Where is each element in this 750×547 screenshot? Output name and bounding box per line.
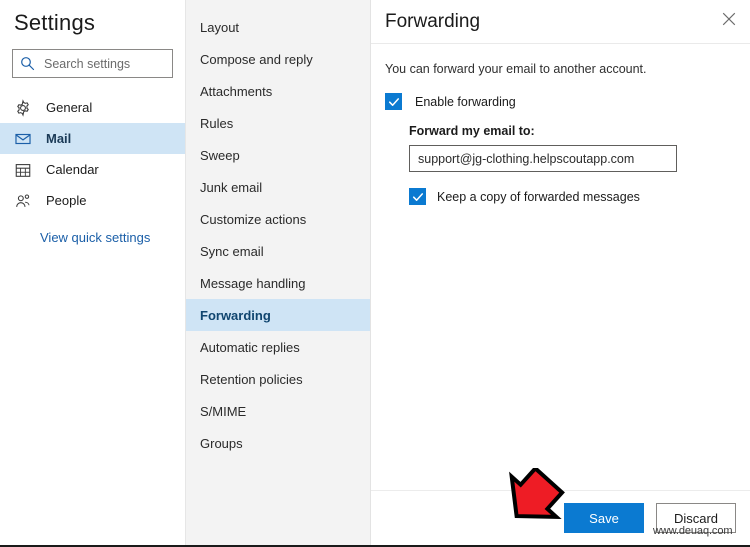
subnav-item-forwarding[interactable]: Forwarding: [186, 299, 370, 331]
subnav-item-label: Layout: [200, 19, 240, 35]
people-icon: [14, 192, 32, 210]
sidebar-nav-list: General Mail Calendar People: [0, 92, 185, 216]
subnav-item-label: Sync email: [200, 243, 264, 259]
subnav-item-message-handling[interactable]: Message handling: [186, 267, 370, 299]
panel-body: You can forward your email to another ac…: [371, 44, 750, 490]
sidebar-item-mail[interactable]: Mail: [0, 123, 185, 154]
settings-title: Settings: [14, 10, 96, 35]
checkmark-icon: [388, 97, 399, 106]
subnav-item-groups[interactable]: Groups: [186, 427, 370, 459]
view-quick-settings-link[interactable]: View quick settings: [0, 230, 185, 245]
envelope-icon: [14, 130, 32, 148]
subnav-item-label: S/MIME: [200, 403, 247, 419]
forward-to-field-block: Forward my email to:: [409, 124, 736, 172]
keep-copy-checkbox[interactable]: [409, 188, 426, 205]
settings-window: Settings G: [0, 0, 750, 547]
subnav-item-rules[interactable]: Rules: [186, 107, 370, 139]
subnav-item-layout[interactable]: Layout: [186, 11, 370, 43]
sidebar-item-calendar[interactable]: Calendar: [0, 154, 185, 185]
search-icon: [20, 56, 35, 71]
close-icon: [722, 12, 736, 31]
sidebar-item-general[interactable]: General: [0, 92, 185, 123]
subnav-item-attachments[interactable]: Attachments: [186, 75, 370, 107]
subnav-item-label: Sweep: [200, 147, 240, 163]
enable-forwarding-row[interactable]: Enable forwarding: [385, 93, 736, 110]
subnav-item-label: Retention policies: [200, 371, 303, 387]
subnav-item-sweep[interactable]: Sweep: [186, 139, 370, 171]
subnav-item-label: Compose and reply: [200, 51, 313, 67]
subnav-item-label: Groups: [200, 435, 243, 451]
site-watermark: www.deuaq.com: [653, 525, 733, 537]
subnav-item-label: Junk email: [200, 179, 263, 195]
forward-to-input[interactable]: [409, 145, 677, 172]
subnav-item-label: Attachments: [200, 83, 273, 99]
calendar-icon: [14, 161, 32, 179]
mail-subnav: Layout Compose and reply Attachments Rul…: [186, 0, 371, 545]
sidebar-item-label: Mail: [46, 131, 72, 146]
subnav-item-label: Automatic replies: [200, 339, 300, 355]
subnav-item-retention-policies[interactable]: Retention policies: [186, 363, 370, 395]
subnav-item-label: Message handling: [200, 275, 306, 291]
forwarding-description: You can forward your email to another ac…: [385, 62, 647, 76]
subnav-item-compose-and-reply[interactable]: Compose and reply: [186, 43, 370, 75]
sidebar-item-label: Calendar: [46, 162, 99, 177]
forwarding-panel: Forwarding You can forward your email to…: [371, 0, 750, 545]
search-input[interactable]: [42, 55, 165, 72]
checkmark-icon: [412, 192, 423, 201]
subnav-item-label: Rules: [200, 115, 234, 131]
subnav-item-customize-actions[interactable]: Customize actions: [186, 203, 370, 235]
keep-copy-label: Keep a copy of forwarded messages: [437, 189, 640, 204]
subnav-item-smime[interactable]: S/MIME: [186, 395, 370, 427]
settings-sidebar: Settings G: [0, 0, 186, 545]
subnav-item-label: Forwarding: [200, 307, 271, 323]
sidebar-item-label: People: [46, 193, 87, 208]
search-settings-box[interactable]: [12, 49, 173, 78]
enable-forwarding-checkbox[interactable]: [385, 93, 402, 110]
keep-copy-row[interactable]: Keep a copy of forwarded messages: [409, 188, 736, 205]
subnav-item-automatic-replies[interactable]: Automatic replies: [186, 331, 370, 363]
subnav-item-sync-email[interactable]: Sync email: [186, 235, 370, 267]
page-title: Forwarding: [385, 10, 481, 32]
close-settings-button[interactable]: [714, 7, 744, 37]
save-button[interactable]: Save: [564, 503, 644, 533]
subnav-item-label: Customize actions: [200, 211, 307, 227]
forward-to-label: Forward my email to:: [409, 124, 535, 138]
subnav-item-junk-email[interactable]: Junk email: [186, 171, 370, 203]
sidebar-item-people[interactable]: People: [0, 185, 185, 216]
sidebar-item-label: General: [46, 100, 93, 115]
gear-icon: [14, 98, 32, 117]
enable-forwarding-label: Enable forwarding: [415, 94, 516, 109]
panel-header: Forwarding: [371, 0, 750, 44]
